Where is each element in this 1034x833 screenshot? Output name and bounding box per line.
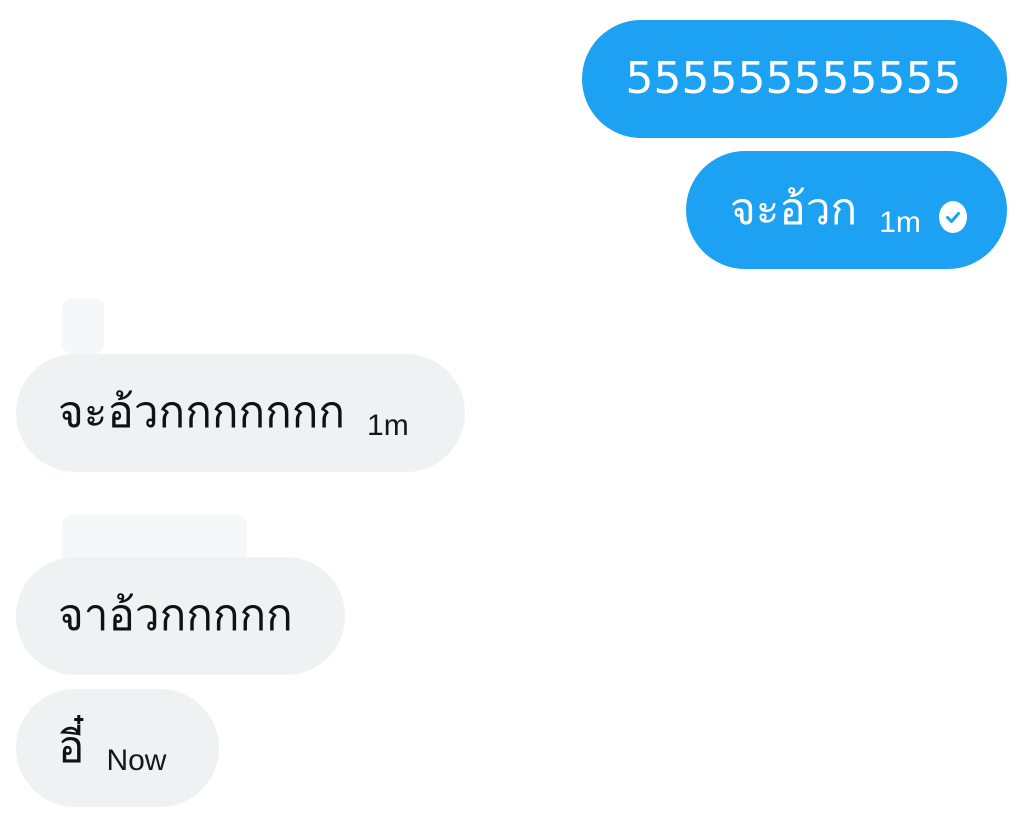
message-text: อี๋	[58, 722, 85, 773]
sent-message-bubble[interactable]: จะอ้วก 1m	[686, 151, 1007, 269]
message-timestamp: Now	[106, 744, 167, 777]
chat-thread: 555555555555 จะอ้วก 1m จะอ้วกกกกกกก 1m จ…	[0, 0, 1034, 833]
message-timestamp: 1m	[879, 206, 921, 239]
read-check-icon	[938, 201, 967, 233]
received-message-bubble[interactable]: จาอ้วกกกกก	[16, 557, 345, 675]
faded-avatar-placeholder	[62, 298, 104, 354]
received-message-bubble[interactable]: อี๋ Now	[16, 689, 219, 807]
message-text: จะอ้วกกกกกกก	[58, 387, 346, 438]
sent-message-bubble[interactable]: 555555555555	[582, 20, 1007, 138]
message-timestamp: 1m	[367, 409, 409, 442]
message-text: จะอ้วก	[730, 184, 858, 235]
message-text: จาอ้วกกกกก	[58, 590, 293, 641]
received-message-bubble[interactable]: จะอ้วกกกกกกก 1m	[16, 354, 465, 472]
message-text: 555555555555	[625, 53, 962, 104]
